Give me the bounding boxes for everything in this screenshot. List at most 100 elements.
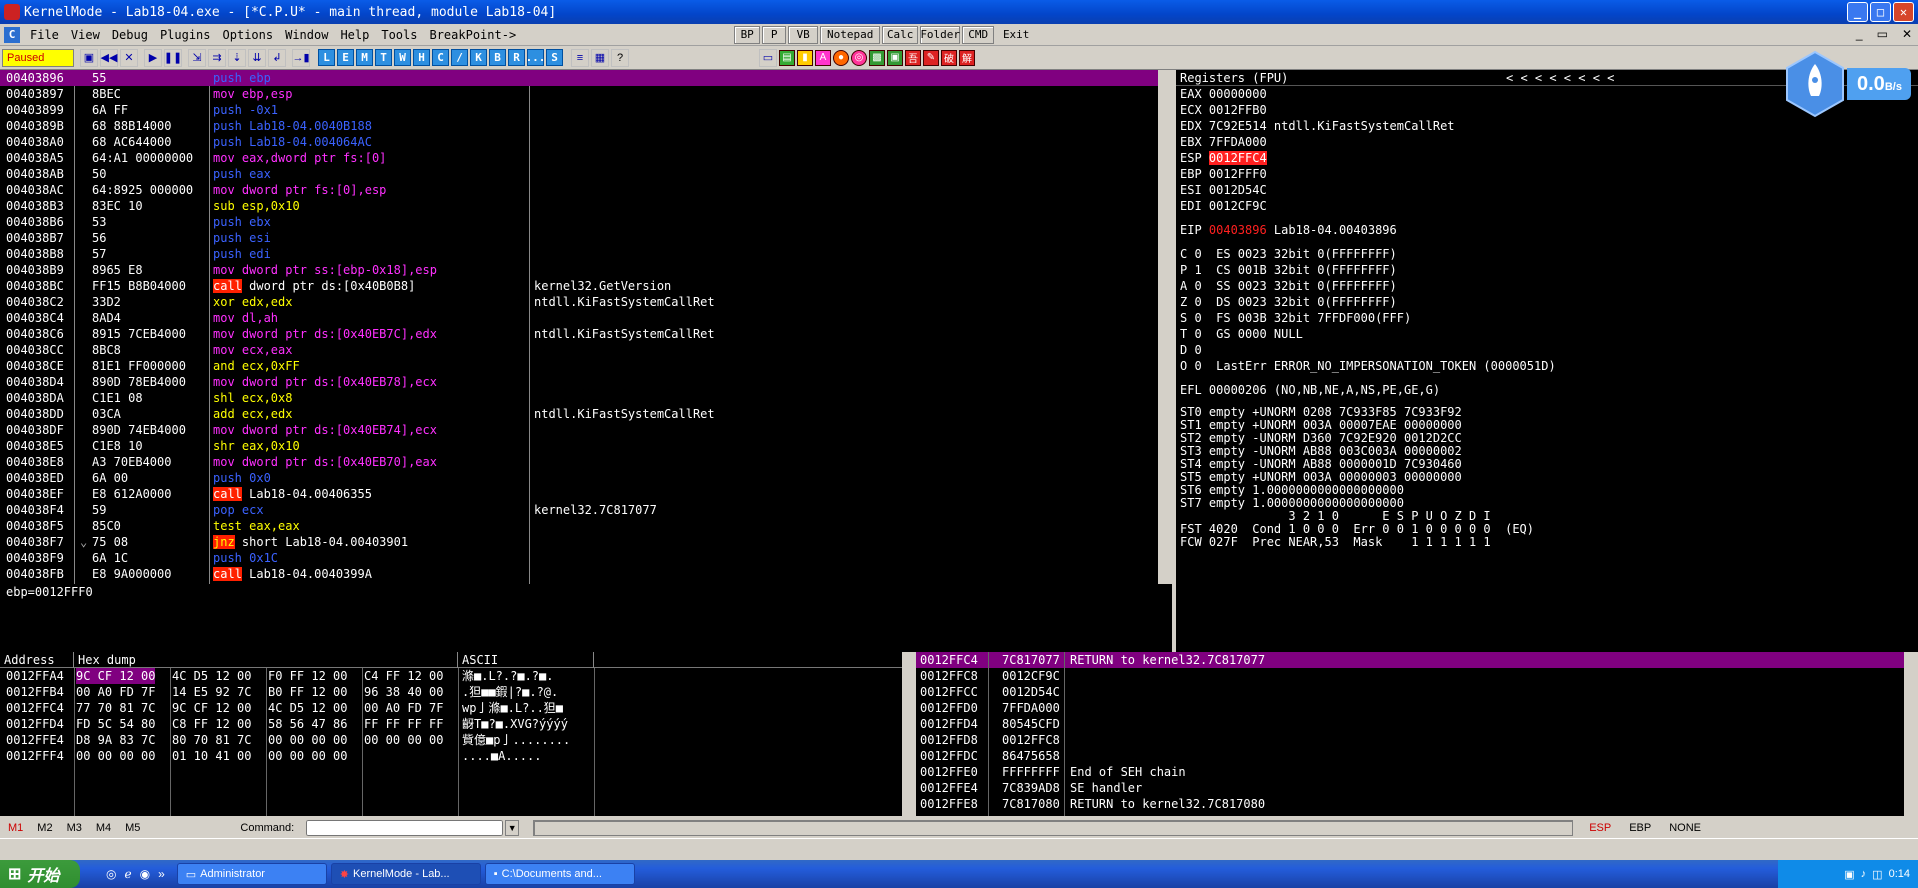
asm-row[interactable]: 004038FB E8 9A000000 call Lab18-04.0040399… bbox=[0, 566, 1172, 582]
log-window-button[interactable]: L bbox=[318, 49, 335, 66]
dump-row[interactable]: 0012FFD4 FD 5C 54 80 C8 FF 12 00 58 56 47 8… bbox=[0, 716, 910, 732]
minimize-button[interactable]: _ bbox=[1847, 2, 1868, 22]
asm-row[interactable]: 004038ED 6A 00 push 0x0 bbox=[0, 470, 1172, 486]
dump-col-hex[interactable]: Hex dump bbox=[74, 652, 458, 668]
mdi-restore-button[interactable]: ▭ bbox=[1877, 27, 1888, 41]
menu-breakpoint[interactable]: BreakPoint-> bbox=[423, 28, 522, 42]
asm-row[interactable]: 004038B9 8965 E8 mov dword ptr ss:[ebp-0x1… bbox=[0, 262, 1172, 278]
patches-button[interactable]: / bbox=[451, 49, 468, 66]
menu-help[interactable]: Help bbox=[334, 28, 375, 42]
dump-col-ascii[interactable]: ASCII bbox=[458, 652, 594, 668]
cpu-button[interactable]: C bbox=[432, 49, 449, 66]
plugin-a-icon[interactable]: ▭ bbox=[759, 48, 777, 67]
plugin-folder-button[interactable]: Folder bbox=[920, 25, 961, 44]
asm-row[interactable]: 004038AB 50 push eax bbox=[0, 166, 1172, 182]
help-icon[interactable]: ? bbox=[611, 48, 629, 67]
asm-row[interactable]: 004038D4 890D 78EB4000 mov dword ptr ds:[0… bbox=[0, 374, 1172, 390]
maximize-button[interactable]: □ bbox=[1870, 2, 1891, 22]
dump-col-address[interactable]: Address bbox=[0, 652, 74, 668]
menu-file[interactable]: File bbox=[24, 28, 65, 42]
registers-nav[interactable]: < < < < < < < < bbox=[1506, 70, 1614, 86]
asm-row[interactable]: 004038B3 83EC 10 sub esp,0x10 bbox=[0, 198, 1172, 214]
goto-icon[interactable]: →▮ bbox=[292, 48, 310, 67]
reg-ebp[interactable]: EBP 0012FFF0 bbox=[1176, 166, 1918, 182]
reg-eip[interactable]: EIP 00403896 Lab18-04.00403896 bbox=[1176, 222, 1918, 238]
asm-row[interactable]: 004038C4 8AD4 mov dl,ah bbox=[0, 310, 1172, 326]
asm-row[interactable]: 004038CC 8BC8 mov ecx,eax bbox=[0, 342, 1172, 358]
asm-row[interactable]: 0040389B 68 88B14000 push Lab18-04.0040B18… bbox=[0, 118, 1172, 134]
modules-button[interactable]: E bbox=[337, 49, 354, 66]
dump-row[interactable]: 0012FFA4 9C CF 12 00 4C D5 12 00 F0 FF 12 0… bbox=[0, 668, 910, 684]
dump-scrollbar[interactable] bbox=[902, 652, 916, 816]
flag-line[interactable]: D 0 bbox=[1176, 342, 1918, 358]
asm-row[interactable]: 004038B7 56 push esi bbox=[0, 230, 1172, 246]
asm-row[interactable]: 004038F9 6A 1C push 0x1C bbox=[0, 550, 1172, 566]
registers-pane[interactable]: Registers (FPU) < < < < < < < < EAX 0000… bbox=[1176, 70, 1918, 652]
step-over-icon[interactable]: ⇉ bbox=[208, 48, 226, 67]
source-button[interactable]: S bbox=[546, 49, 563, 66]
menu-debug[interactable]: Debug bbox=[106, 28, 154, 42]
chevron-down-icon[interactable]: ▼ bbox=[505, 820, 520, 836]
asm-row[interactable]: 004038F7 75 08 jnz short Lab18-04.00403901… bbox=[0, 534, 1172, 550]
asm-row[interactable]: 004038A5 64:A1 00000000 mov eax,dword ptr … bbox=[0, 150, 1172, 166]
run-icon[interactable]: ▶ bbox=[144, 48, 162, 67]
asm-row[interactable]: 004038E5 C1E8 10 shr eax,0x10 bbox=[0, 438, 1172, 454]
plugin-d-icon[interactable]: A bbox=[815, 49, 831, 66]
references-button[interactable]: R bbox=[508, 49, 525, 66]
tab-m2[interactable]: M2 bbox=[37, 822, 52, 834]
asm-row[interactable]: 00403897 8BEC mov ebp,esp bbox=[0, 86, 1172, 102]
asm-row[interactable]: 004038DF 890D 74EB4000 mov dword ptr ds:[0… bbox=[0, 422, 1172, 438]
plugin-g-icon[interactable]: ▩ bbox=[869, 49, 885, 66]
plugin-p-button[interactable]: P bbox=[762, 25, 787, 44]
tab-m1[interactable]: M1 bbox=[8, 822, 23, 834]
flag-line[interactable]: A 0 SS 0023 32bit 0(FFFFFFFF) bbox=[1176, 278, 1918, 294]
dump-row[interactable]: 0012FFC4 77 70 81 7C 9C CF 12 00 4C D5 12 0… bbox=[0, 700, 910, 716]
reg-edi[interactable]: EDI 0012CF9C bbox=[1176, 198, 1918, 214]
trace-over-icon[interactable]: ⇊ bbox=[248, 48, 266, 67]
close-file-icon[interactable]: ✕ bbox=[120, 48, 138, 67]
asm-row[interactable]: 004038CE 81E1 FF000000 and ecx,0xFF bbox=[0, 358, 1172, 374]
flag-line[interactable]: T 0 GS 0000 NULL bbox=[1176, 326, 1918, 342]
more-chevron-icon[interactable]: » bbox=[158, 867, 165, 881]
plugin-calc-button[interactable]: Calc bbox=[882, 25, 919, 44]
tray-icon[interactable]: ▣ bbox=[1844, 868, 1854, 881]
menu-window[interactable]: Window bbox=[279, 28, 334, 42]
ie-icon[interactable]: ℯ bbox=[124, 867, 131, 881]
windows-button[interactable]: W bbox=[394, 49, 411, 66]
dump-row[interactable]: 0012FFB4 00 A0 FD 7F 14 E5 92 7C B0 FF 12 0… bbox=[0, 684, 910, 700]
plugin-h-icon[interactable]: ▣ bbox=[887, 49, 903, 66]
plugin-b-icon[interactable]: ▤ bbox=[779, 49, 795, 66]
reg-ecx[interactable]: ECX 0012FFB0 bbox=[1176, 102, 1918, 118]
threads-button[interactable]: T bbox=[375, 49, 392, 66]
plugin-f-icon[interactable]: ◎ bbox=[851, 49, 867, 66]
asm-row[interactable]: 004038F4 59 pop ecx kernel32.7C817077 bbox=[0, 502, 1172, 518]
mdi-close-button[interactable]: ✕ bbox=[1902, 27, 1912, 41]
browser-icon[interactable]: ◉ bbox=[140, 867, 150, 881]
call-stack-button[interactable]: K bbox=[470, 49, 487, 66]
menu-options[interactable]: Options bbox=[217, 28, 280, 42]
run-trace-button[interactable]: ... bbox=[526, 49, 545, 66]
plugin-cmd-button[interactable]: CMD bbox=[962, 25, 995, 44]
plugin-exit-button[interactable]: Exit bbox=[996, 25, 1037, 44]
hex-dump-pane[interactable]: Address Hex dump ASCII 0012FFA4 9C CF 12 … bbox=[0, 652, 910, 816]
asm-row[interactable]: 004038E8 A3 70EB4000 mov dword ptr ds:[0x4… bbox=[0, 454, 1172, 470]
asm-row[interactable]: 00403899 6A FF push -0x1 bbox=[0, 102, 1172, 118]
step-into-icon[interactable]: ⇲ bbox=[188, 48, 206, 67]
task-kernelmode[interactable]: ✸ KernelMode - Lab... bbox=[330, 863, 481, 885]
quicklaunch-icon[interactable]: ◎ bbox=[106, 867, 116, 881]
stack-scrollbar[interactable] bbox=[1904, 652, 1918, 816]
plugin-i-icon[interactable]: 吾 bbox=[905, 49, 921, 66]
stack-pane[interactable]: 0012FFC4 7C817077 RETURN to kernel32.7C817… bbox=[916, 652, 1906, 816]
plugin-bp-button[interactable]: BP bbox=[734, 25, 761, 44]
plugin-l-icon[interactable]: 解 bbox=[959, 49, 975, 66]
asm-row[interactable]: 004038EF E8 612A0000 call Lab18-04.0040635… bbox=[0, 486, 1172, 502]
network-icon[interactable]: ◫ bbox=[1872, 868, 1882, 881]
dump-row[interactable]: 0012FFE4 D8 9A 83 7C 80 70 81 7C 00 00 00 0… bbox=[0, 732, 910, 748]
asm-row[interactable]: 004038DD 03CA add ecx,edx ntdll.KiFastSyste… bbox=[0, 406, 1172, 422]
flag-line[interactable]: C 0 ES 0023 32bit 0(FFFFFFFF) bbox=[1176, 246, 1918, 262]
right-tab-none[interactable]: NONE bbox=[1669, 822, 1701, 834]
plugin-k-icon[interactable]: 破 bbox=[941, 49, 957, 66]
plugin-e-icon[interactable]: ● bbox=[833, 49, 849, 66]
plugin-c-icon[interactable]: ▮ bbox=[797, 49, 813, 66]
command-input[interactable] bbox=[306, 820, 504, 836]
